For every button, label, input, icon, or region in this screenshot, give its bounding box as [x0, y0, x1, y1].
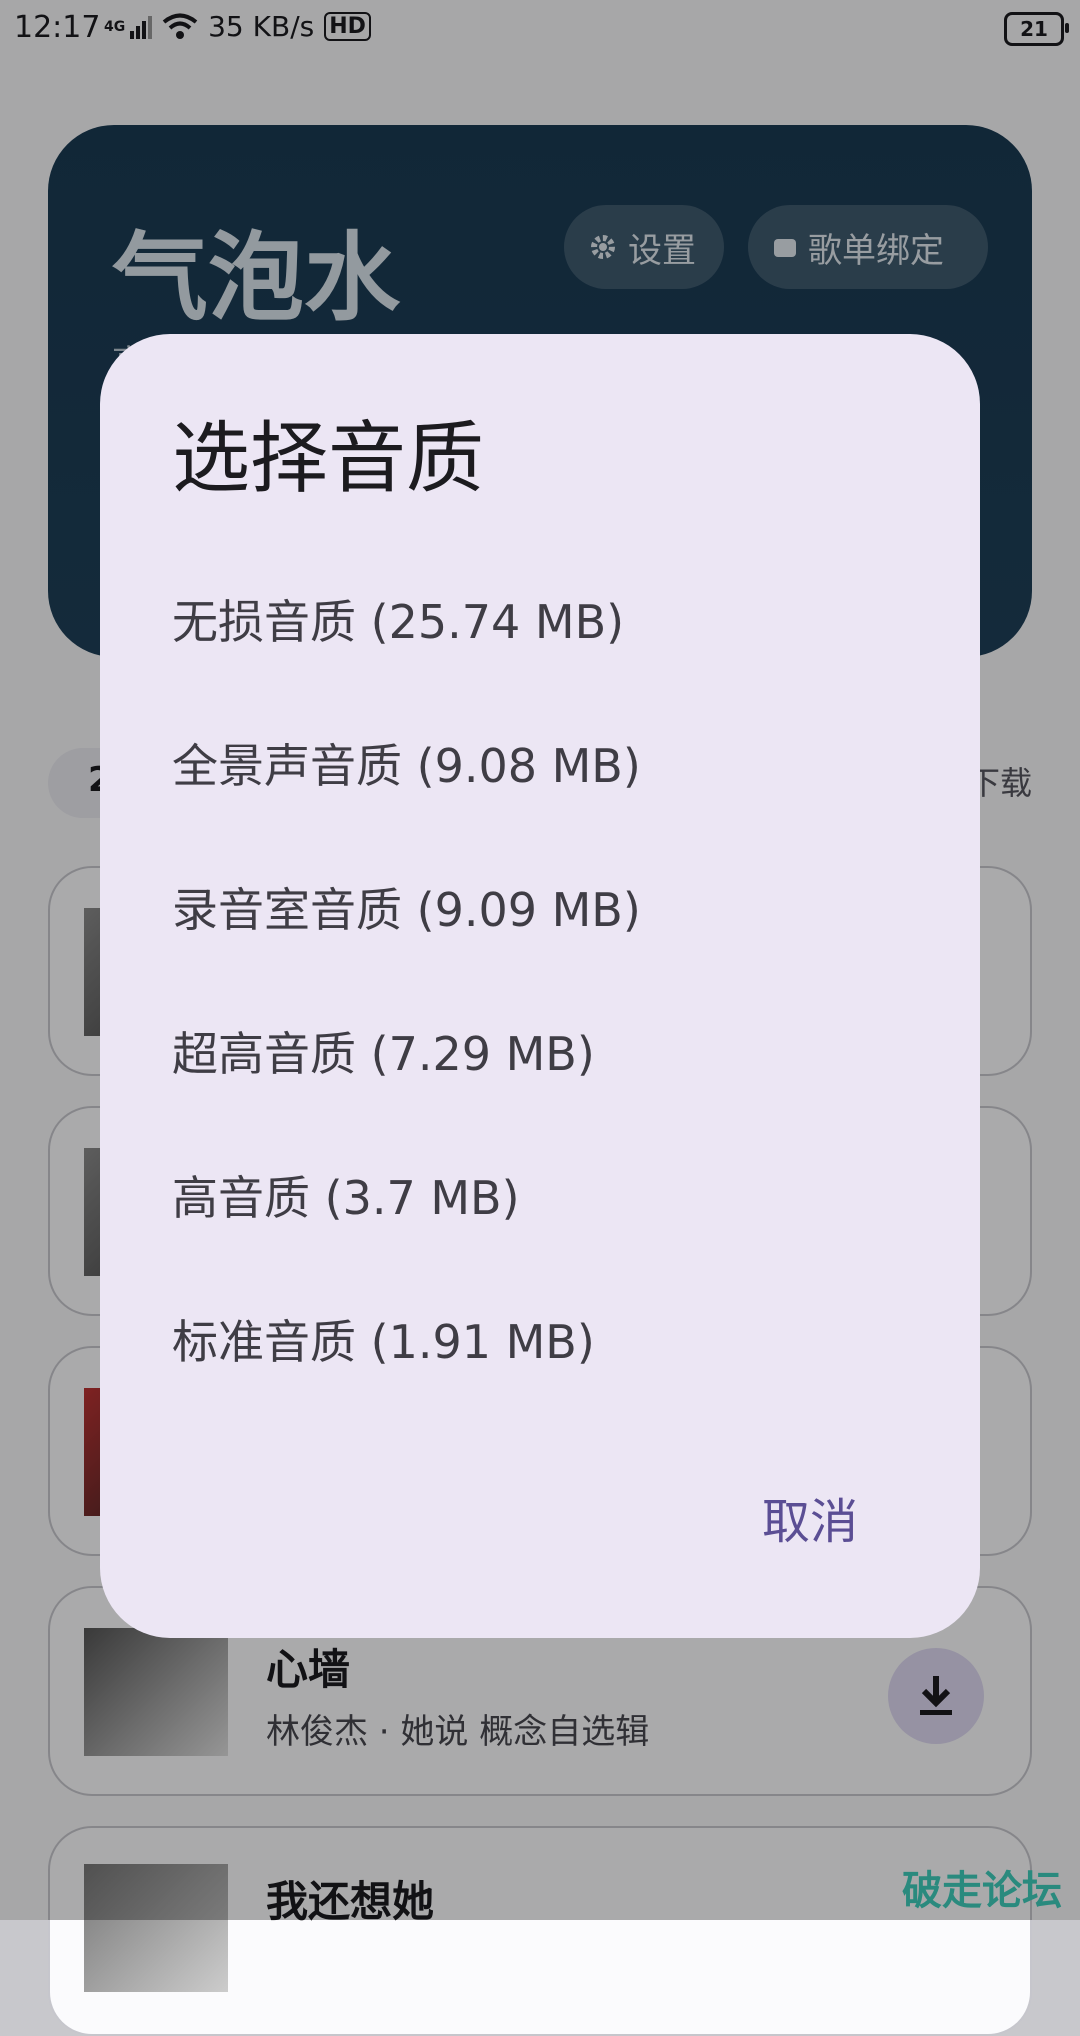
quality-option-standard[interactable]: 标准音质 (1.91 MB) [172, 1306, 912, 1450]
quality-option-lossless[interactable]: 无损音质 (25.74 MB) [172, 586, 912, 730]
quality-dialog: 选择音质 无损音质 (25.74 MB) 全景声音质 (9.08 MB) 录音室… [100, 334, 980, 1638]
quality-option-studio[interactable]: 录音室音质 (9.09 MB) [172, 874, 912, 1018]
quality-option-super-high[interactable]: 超高音质 (7.29 MB) [172, 1018, 912, 1162]
watermark: 破走论坛 [902, 1868, 1062, 1914]
quality-options: 无损音质 (25.74 MB) 全景声音质 (9.08 MB) 录音室音质 (9… [172, 586, 912, 1450]
cancel-button[interactable]: 取消 [762, 1482, 858, 1552]
app-screen: 12:17 4G 35 KB/s HD 21 气泡水 设置 歌单绑定 下载 心墙… [0, 0, 1080, 2036]
quality-option-high[interactable]: 高音质 (3.7 MB) [172, 1162, 912, 1306]
quality-option-spatial[interactable]: 全景声音质 (9.08 MB) [172, 730, 912, 874]
dialog-title: 选择音质 [172, 414, 485, 504]
